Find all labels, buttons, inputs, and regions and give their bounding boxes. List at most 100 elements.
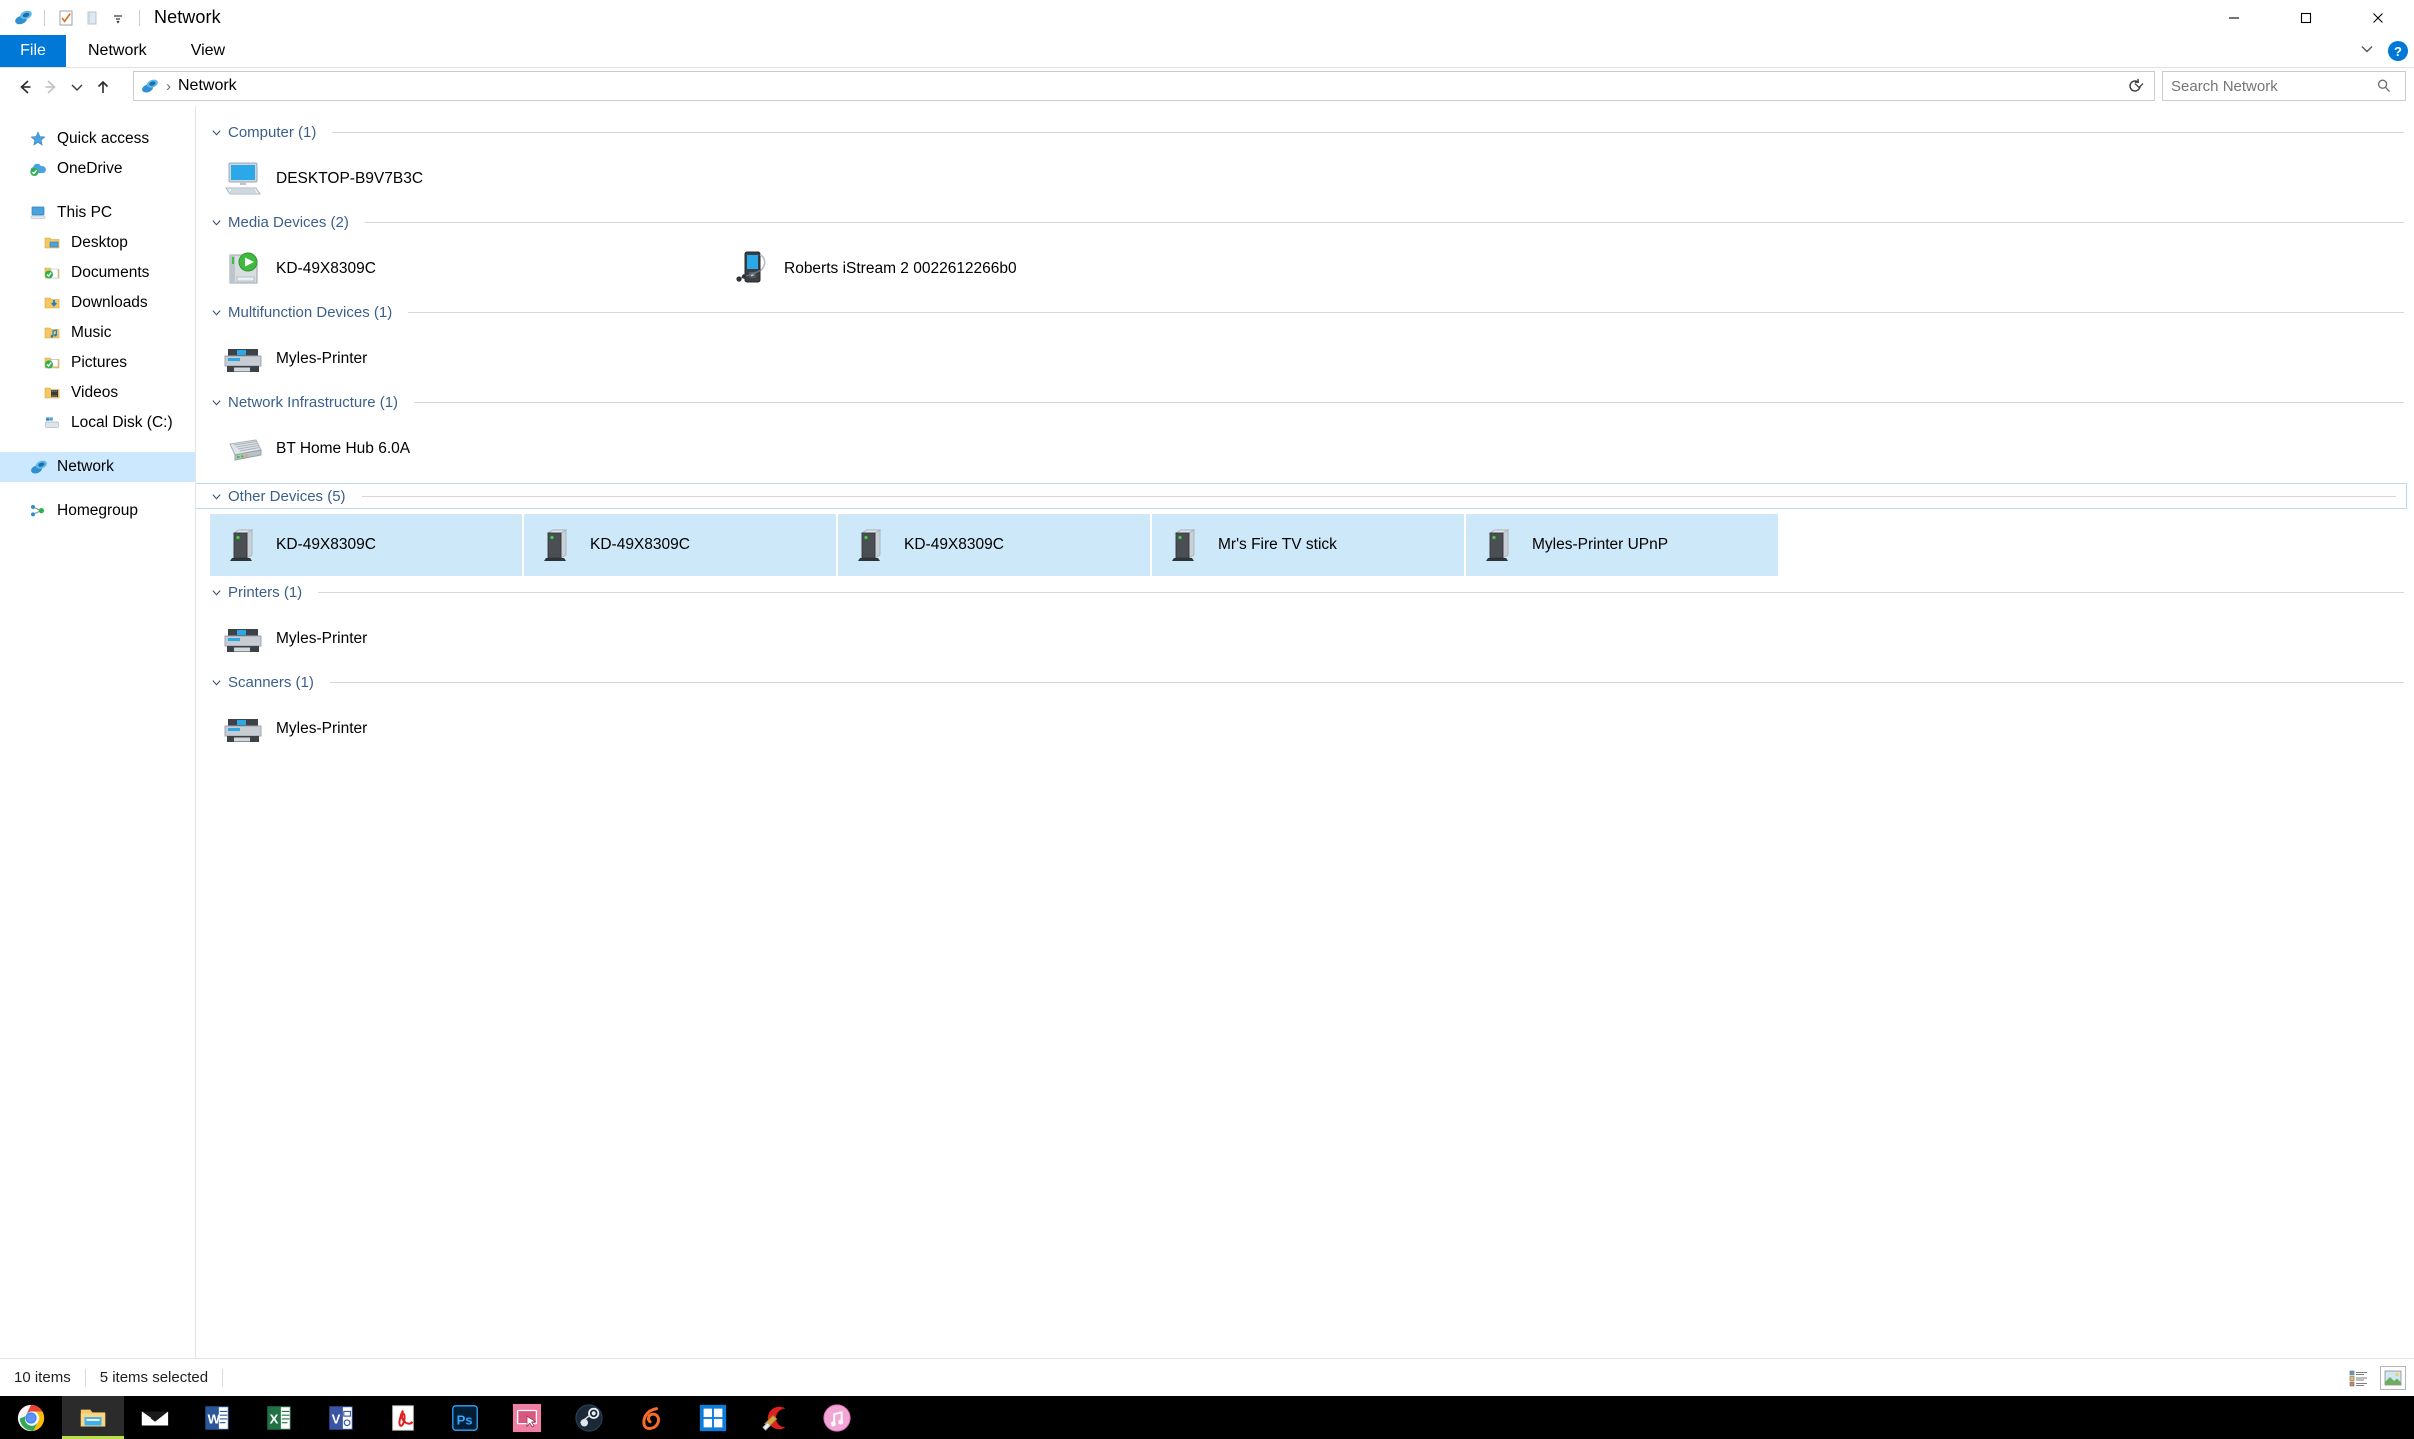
upnp-device-icon	[1162, 522, 1208, 568]
recent-locations-button[interactable]	[64, 72, 90, 102]
taskbar-item-remote-desktop[interactable]	[496, 1396, 558, 1439]
group-header[interactable]: Printers (1)	[196, 580, 2414, 604]
item-label: Myles-Printer UPnP	[1532, 536, 1668, 554]
taskbar-item-ccleaner[interactable]	[744, 1396, 806, 1439]
sidebar-item-label: Pictures	[71, 354, 127, 372]
remote-desktop-icon	[512, 1403, 542, 1433]
sidebar-item-documents[interactable]: Documents	[0, 258, 195, 288]
tab-view[interactable]: View	[169, 35, 247, 67]
sidebar-item-this-pc[interactable]: This PC	[0, 198, 195, 228]
taskbar-item-windows-defender[interactable]	[682, 1396, 744, 1439]
properties-icon[interactable]	[53, 5, 79, 31]
sidebar-item-label: Desktop	[71, 234, 128, 252]
mail-icon	[140, 1403, 170, 1433]
sidebar-item-label: Downloads	[71, 294, 148, 312]
sidebar-item-quick-access[interactable]: Quick access	[0, 124, 195, 154]
taskbar-item-excel[interactable]: X	[248, 1396, 310, 1439]
sidebar-item-local-disk-c[interactable]: Local Disk (C:)	[0, 408, 195, 438]
new-folder-icon[interactable]	[79, 5, 105, 31]
sidebar-item-network[interactable]: Network	[0, 452, 195, 482]
item-tile[interactable]: Roberts iStream 2 0022612266b0	[718, 238, 1037, 300]
chevron-down-icon[interactable]	[210, 396, 222, 408]
item-tile[interactable]: Mr's Fire TV stick	[1152, 514, 1464, 576]
taskbar-item-itunes[interactable]	[806, 1396, 868, 1439]
maximize-button[interactable]	[2270, 0, 2342, 35]
address-bar[interactable]: › Network	[133, 71, 2155, 101]
item-tile[interactable]: KD-49X8309C	[838, 514, 1150, 576]
refresh-button[interactable]	[2120, 71, 2150, 101]
item-tile[interactable]: Myles-Printer UPnP	[1466, 514, 1778, 576]
sidebar-gap-3	[0, 482, 195, 496]
taskbar-item-word[interactable]: W	[186, 1396, 248, 1439]
sidebar-item-label: Videos	[71, 384, 118, 402]
taskbar-item-photoshop[interactable]: Ps	[434, 1396, 496, 1439]
group-title: Scanners (1)	[228, 674, 314, 691]
onedrive-icon	[28, 159, 48, 179]
tab-network[interactable]: Network	[66, 35, 169, 67]
sidebar-item-onedrive[interactable]: OneDrive	[0, 154, 195, 184]
item-label: Myles-Printer	[276, 720, 367, 738]
chevron-down-icon[interactable]	[210, 126, 222, 138]
item-tile[interactable]: Myles-Printer	[210, 608, 522, 670]
sidebar-item-desktop[interactable]: Desktop	[0, 228, 195, 258]
sidebar-item-downloads[interactable]: Downloads	[0, 288, 195, 318]
chevron-down-icon[interactable]	[210, 216, 222, 228]
excel-icon: X	[264, 1403, 294, 1433]
sidebar-item-music[interactable]: Music	[0, 318, 195, 348]
minimize-button[interactable]	[2198, 0, 2270, 35]
sidebar-item-label: Local Disk (C:)	[71, 414, 173, 432]
sidebar-item-videos[interactable]: Videos	[0, 378, 195, 408]
breadcrumb-network[interactable]: Network	[178, 77, 237, 95]
details-view-button[interactable]	[2346, 1366, 2372, 1390]
item-label: KD-49X8309C	[276, 260, 376, 278]
sidebar-item-homegroup[interactable]: Homegroup	[0, 496, 195, 526]
taskbar-item-visio[interactable]: V	[310, 1396, 372, 1439]
downloads-folder-icon	[42, 293, 62, 313]
group-title: Multifunction Devices (1)	[228, 304, 392, 321]
itunes-icon	[822, 1403, 852, 1433]
customize-qat-caret[interactable]	[105, 5, 131, 31]
sidebar-item-pictures[interactable]: Pictures	[0, 348, 195, 378]
item-tile[interactable]: BT Home Hub 6.0A	[210, 418, 522, 480]
chevron-down-icon[interactable]	[210, 676, 222, 688]
taskbar-item-file-explorer[interactable]	[62, 1396, 124, 1439]
back-button[interactable]	[12, 72, 38, 102]
taskbar-item-chrome[interactable]	[0, 1396, 62, 1439]
windows-defender-icon	[698, 1403, 728, 1433]
up-button[interactable]	[90, 72, 116, 102]
item-tile[interactable]: Myles-Printer	[210, 698, 522, 760]
group-header[interactable]: Network Infrastructure (1)	[196, 390, 2414, 414]
group-title: Printers (1)	[228, 584, 302, 601]
taskbar-item-origin[interactable]	[620, 1396, 682, 1439]
close-button[interactable]	[2342, 0, 2414, 35]
search-input[interactable]	[2171, 78, 2376, 95]
item-tile[interactable]: Myles-Printer	[210, 328, 522, 390]
group-header[interactable]: Computer (1)	[196, 120, 2414, 144]
group-header[interactable]: Other Devices (5)	[196, 484, 2406, 508]
title-bar: Network	[0, 0, 2414, 35]
large-icons-view-button[interactable]	[2380, 1366, 2406, 1390]
collapse-ribbon-icon[interactable]	[2358, 40, 2376, 63]
item-tile[interactable]: DESKTOP-B9V7B3C	[210, 148, 522, 210]
taskbar-item-acrobat-reader[interactable]	[372, 1396, 434, 1439]
item-tile[interactable]: KD-49X8309C	[210, 514, 522, 576]
help-button[interactable]: ?	[2388, 41, 2408, 61]
sidebar-item-label: OneDrive	[57, 160, 122, 178]
group-items: KD-49X8309C	[196, 238, 2414, 300]
navigation-pane: Quick access OneDrive	[0, 106, 196, 1358]
search-box[interactable]	[2162, 71, 2406, 101]
group-header[interactable]: Multifunction Devices (1)	[196, 300, 2414, 324]
taskbar-item-steam[interactable]	[558, 1396, 620, 1439]
selection-count: 5 items selected	[86, 1369, 208, 1386]
chevron-down-icon[interactable]	[210, 490, 222, 502]
group-header[interactable]: Scanners (1)	[196, 670, 2414, 694]
group-title: Computer (1)	[228, 124, 316, 141]
group-header[interactable]: Media Devices (2)	[196, 210, 2414, 234]
chevron-down-icon[interactable]	[210, 586, 222, 598]
chrome-icon	[16, 1403, 46, 1433]
item-tile[interactable]: KD-49X8309C	[524, 514, 836, 576]
taskbar-item-mail[interactable]	[124, 1396, 186, 1439]
item-tile[interactable]: KD-49X8309C	[210, 238, 522, 300]
tab-file[interactable]: File	[0, 35, 66, 67]
chevron-down-icon[interactable]	[210, 306, 222, 318]
